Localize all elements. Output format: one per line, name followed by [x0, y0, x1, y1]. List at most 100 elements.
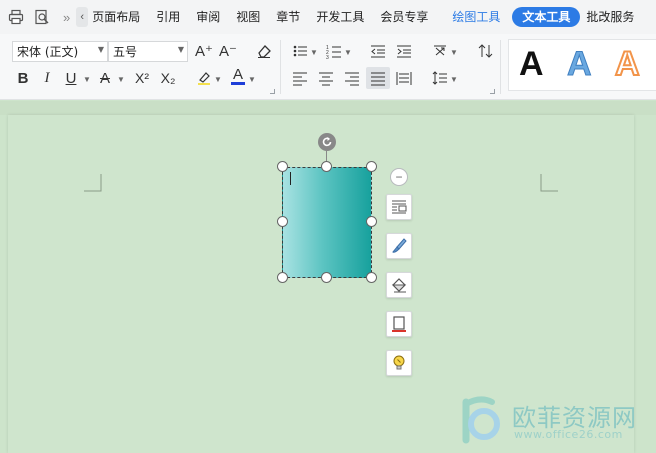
print-icon[interactable] — [5, 6, 27, 28]
paragraph-dialog-launcher[interactable] — [490, 89, 495, 94]
numbering-dropdown-icon[interactable]: ▼ — [344, 48, 352, 57]
tab-view[interactable]: 视图 — [228, 0, 268, 34]
shape-fill-button[interactable] — [386, 233, 412, 259]
smart-tips-button[interactable] — [386, 350, 412, 376]
text-direction-dropdown-icon[interactable]: ▼ — [450, 48, 458, 57]
tab-review[interactable]: 审阅 — [188, 0, 228, 34]
align-right-button[interactable] — [340, 67, 364, 89]
justify-icon — [371, 72, 385, 86]
resize-handle-bottom-left[interactable] — [277, 272, 288, 283]
highlight-dropdown-icon[interactable]: ▼ — [214, 75, 222, 84]
underline-icon: U — [65, 69, 77, 87]
align-left-button[interactable] — [288, 67, 312, 89]
watermark-logo — [462, 396, 500, 444]
grow-font-icon: A⁺ — [195, 43, 213, 60]
tab-page-layout[interactable]: 页面布局 — [90, 0, 148, 34]
subscript-icon: X₂ — [160, 70, 176, 86]
svg-text:3: 3 — [326, 55, 329, 59]
more-menus-icon[interactable]: » — [63, 10, 70, 25]
tab-drawing-tools[interactable]: 绘图工具 — [444, 0, 508, 34]
tab-member[interactable]: 会员专享 — [372, 0, 436, 34]
line-spacing-dropdown-icon[interactable]: ▼ — [450, 75, 458, 84]
font-dialog-launcher[interactable] — [270, 89, 275, 94]
tab-grading-service[interactable]: 批改服务 — [584, 0, 642, 34]
rotate-handle[interactable] — [318, 133, 336, 151]
font-color-dropdown-icon[interactable]: ▼ — [248, 75, 256, 84]
resize-handle-top-left[interactable] — [277, 161, 288, 172]
bold-icon: B — [17, 69, 29, 87]
document-canvas-background — [0, 101, 656, 115]
bullet-dropdown-icon[interactable]: ▼ — [310, 48, 318, 57]
eraser-icon — [258, 45, 271, 58]
lightbulb-icon — [393, 355, 405, 370]
italic-button[interactable]: I — [38, 67, 56, 89]
chevron-down-icon: ▼ — [177, 45, 184, 54]
char-shading-icon: A — [99, 69, 110, 87]
superscript-button[interactable]: X² — [130, 67, 154, 89]
text-style-orange[interactable]: A — [614, 44, 641, 84]
resize-handle-top-right[interactable] — [366, 161, 377, 172]
layout-options-button[interactable] — [386, 194, 412, 220]
line-spacing-icon — [432, 71, 447, 85]
underline-dropdown-icon[interactable]: ▼ — [83, 75, 91, 84]
tab-sections[interactable]: 章节 — [268, 0, 308, 34]
resize-handle-left[interactable] — [277, 216, 288, 227]
shape-outline-button[interactable] — [386, 311, 412, 337]
decrease-indent-button[interactable] — [366, 40, 390, 62]
sort-button[interactable] — [474, 40, 498, 62]
scroll-left-button[interactable]: ‹ — [76, 7, 89, 27]
text-direction-icon — [434, 45, 446, 56]
resize-handle-right[interactable] — [366, 216, 377, 227]
highlighter-icon — [198, 72, 210, 85]
increase-indent-button[interactable] — [392, 40, 416, 62]
decrease-indent-icon — [371, 45, 385, 58]
ribbon-text-tools: 宋体 (正文) ▼ 五号 ▼ A⁺ A⁻ B I U ▼ A ▼ X² X₂ ▼… — [0, 34, 656, 100]
align-center-icon — [319, 72, 333, 86]
font-size-select[interactable]: 五号 ▼ — [108, 41, 188, 62]
increase-indent-icon — [397, 45, 411, 58]
font-name-value: 宋体 (正文) — [17, 45, 79, 59]
shrink-font-icon: A⁻ — [219, 43, 237, 60]
text-style-blue[interactable]: A — [567, 44, 593, 84]
font-color-icon: A — [230, 65, 245, 85]
font-name-select[interactable]: 宋体 (正文) ▼ — [12, 41, 108, 62]
tab-references[interactable]: 引用 — [148, 0, 188, 34]
char-shading-button[interactable]: A — [96, 67, 114, 89]
font-color-button[interactable]: A — [226, 65, 250, 87]
superscript-icon: X² — [135, 70, 149, 86]
bold-button[interactable]: B — [14, 67, 32, 89]
print-preview-icon[interactable] — [31, 6, 53, 28]
page-margin-mark-right — [540, 174, 558, 192]
line-spacing-button[interactable] — [428, 67, 452, 89]
text-box-shape[interactable] — [282, 167, 372, 278]
chevron-down-icon: ▼ — [97, 45, 104, 54]
char-shading-dropdown-icon[interactable]: ▼ — [117, 75, 125, 84]
distribute-button[interactable] — [392, 67, 416, 89]
shape-effect-icon — [391, 278, 407, 293]
align-center-button[interactable] — [314, 67, 338, 89]
text-direction-button[interactable] — [428, 40, 452, 62]
resize-handle-bottom[interactable] — [321, 272, 332, 283]
resize-handle-bottom-right[interactable] — [366, 272, 377, 283]
align-right-icon — [345, 72, 359, 86]
minus-icon: − — [395, 170, 403, 184]
subscript-button[interactable]: X₂ — [156, 67, 180, 89]
resize-handle-top[interactable] — [321, 161, 332, 172]
collapse-toolbar-button[interactable]: − — [390, 168, 408, 186]
shape-effect-button[interactable] — [386, 272, 412, 298]
text-style-black[interactable]: A — [519, 44, 544, 84]
numbered-list-button[interactable]: 123 — [322, 40, 346, 62]
tab-text-tools[interactable]: 文本工具 — [512, 7, 581, 27]
highlight-button[interactable] — [192, 67, 216, 89]
distribute-icon — [396, 72, 412, 85]
justify-button[interactable] — [366, 67, 390, 89]
underline-button[interactable]: U — [62, 67, 80, 89]
shrink-font-button[interactable]: A⁻ — [216, 40, 240, 62]
font-size-value: 五号 — [113, 45, 138, 59]
bullet-list-button[interactable] — [288, 40, 312, 62]
tab-developer[interactable]: 开发工具 — [308, 0, 372, 34]
shape-fill-icon — [392, 238, 407, 253]
grow-font-button[interactable]: A⁺ — [192, 40, 216, 62]
rotate-icon — [322, 137, 332, 147]
clear-format-button[interactable] — [252, 40, 276, 62]
